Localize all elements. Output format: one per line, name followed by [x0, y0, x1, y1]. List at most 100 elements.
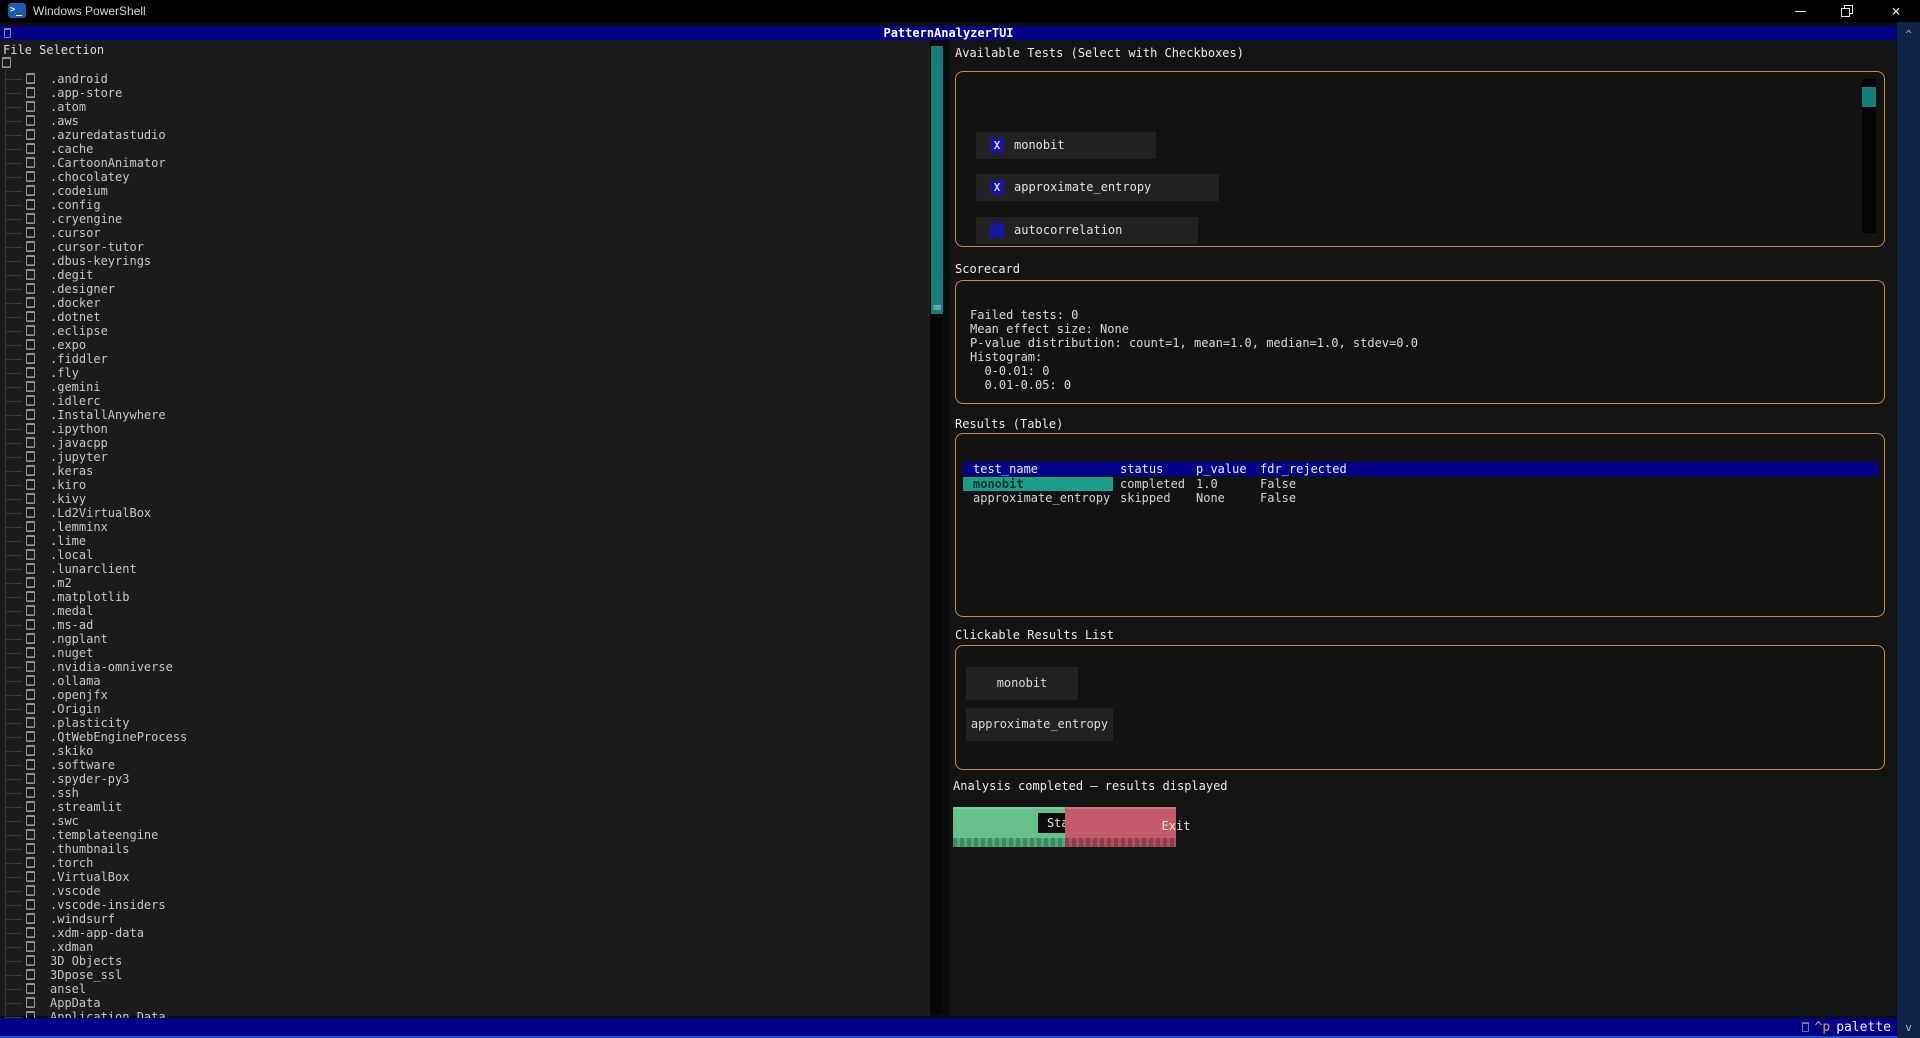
tree-item[interactable]: .cursor-tutor — [0, 240, 930, 254]
tree-item[interactable]: .degit — [0, 268, 930, 282]
result-list-item[interactable]: approximate_entropy — [966, 708, 1113, 741]
tests-list-scrollbar[interactable] — [1862, 79, 1876, 233]
tree-branch-line — [5, 569, 22, 570]
tree-item[interactable]: ansel — [0, 982, 930, 996]
tree-item[interactable]: .azuredatastudio — [0, 128, 930, 142]
minimize-button[interactable] — [1783, 0, 1817, 22]
table-cell: False — [1260, 491, 1296, 505]
table-column-header: p_value — [1196, 462, 1247, 476]
close-button[interactable]: × — [1879, 0, 1913, 22]
tree-item[interactable]: .spyder-py3 — [0, 772, 930, 786]
tree-item[interactable]: .m2 — [0, 576, 930, 590]
command-palette-hint[interactable]: ^ppalette — [1802, 1020, 1891, 1034]
result-list-item[interactable]: monobit — [966, 667, 1078, 700]
tree-item-label: .azuredatastudio — [50, 128, 166, 142]
table-row[interactable]: approximate_entropyskippedNoneFalse — [963, 491, 1878, 505]
tree-branch-line — [5, 219, 22, 220]
tree-item[interactable]: .skiko — [0, 744, 930, 758]
tree-item[interactable]: .dotnet — [0, 310, 930, 324]
table-cell: completed — [1120, 477, 1185, 491]
tree-item[interactable]: .app-store — [0, 86, 930, 100]
tree-item[interactable]: .xdman — [0, 940, 930, 954]
tree-item[interactable]: .thumbnails — [0, 842, 930, 856]
test-checkbox-item[interactable]: autocorrelation — [976, 217, 1198, 244]
tree-item[interactable]: .cursor — [0, 226, 930, 240]
tree-item[interactable]: .docker — [0, 296, 930, 310]
tree-item[interactable]: .aws — [0, 114, 930, 128]
exit-button[interactable]: Exit — [1065, 807, 1176, 847]
tree-item[interactable]: .swc — [0, 814, 930, 828]
tree-item[interactable]: .codeium — [0, 184, 930, 198]
file-tree-scrollbar[interactable] — [931, 46, 943, 1014]
tree-item[interactable]: .kivy — [0, 492, 930, 506]
tree-item[interactable]: .idlerc — [0, 394, 930, 408]
checkbox-icon[interactable]: X — [990, 180, 1004, 195]
tree-item[interactable]: .android — [0, 72, 930, 86]
checkbox-icon[interactable]: X — [990, 138, 1004, 153]
tree-item[interactable]: .openjfx — [0, 688, 930, 702]
tree-item[interactable]: .xdm-app-data — [0, 926, 930, 940]
window-scrollbar[interactable]: ^ v — [1897, 22, 1920, 1038]
tree-item[interactable]: .dbus-keyrings — [0, 254, 930, 268]
tree-item[interactable]: .config — [0, 198, 930, 212]
tree-item[interactable]: .expo — [0, 338, 930, 352]
tree-item[interactable]: .cache — [0, 142, 930, 156]
tree-item[interactable]: .lunarclient — [0, 562, 930, 576]
tree-item[interactable]: .javacpp — [0, 436, 930, 450]
tree-item[interactable]: .ollama — [0, 674, 930, 688]
tree-item[interactable]: AppData — [0, 996, 930, 1010]
tree-item[interactable]: .fly — [0, 366, 930, 380]
tree-item[interactable]: .ipython — [0, 422, 930, 436]
maximize-button[interactable] — [1830, 0, 1864, 22]
tree-item[interactable]: .InstallAnywhere — [0, 408, 930, 422]
tree-item[interactable]: .keras — [0, 464, 930, 478]
tree-item[interactable]: .atom — [0, 100, 930, 114]
tree-item[interactable]: .windsurf — [0, 912, 930, 926]
tree-item[interactable]: .streamlit — [0, 800, 930, 814]
tree-item[interactable]: .lemminx — [0, 520, 930, 534]
tree-item[interactable]: .designer — [0, 282, 930, 296]
tree-item[interactable]: .eclipse — [0, 324, 930, 338]
start-button[interactable]: Start — [953, 807, 1065, 847]
scroll-up-arrow-icon[interactable]: ^ — [1897, 28, 1920, 41]
table-row[interactable]: monobitcompleted1.0False — [963, 477, 1878, 491]
tree-item[interactable]: .QtWebEngineProcess — [0, 730, 930, 744]
tree-item[interactable]: .kiro — [0, 478, 930, 492]
table-cell: None — [1196, 491, 1225, 505]
tree-item[interactable]: .vscode — [0, 884, 930, 898]
tree-item[interactable]: .ngplant — [0, 632, 930, 646]
tests-list-scrollbar-thumb[interactable] — [1862, 87, 1876, 107]
tree-root-folder-icon[interactable] — [2, 57, 11, 68]
tree-item[interactable]: .medal — [0, 604, 930, 618]
tree-item[interactable]: .gemini — [0, 380, 930, 394]
tree-item[interactable]: .VirtualBox — [0, 870, 930, 884]
tree-item[interactable]: .plasticity — [0, 716, 930, 730]
tree-item[interactable]: .chocolatey — [0, 170, 930, 184]
file-tree-scrollbar-thumb[interactable] — [931, 46, 943, 314]
tree-item[interactable]: .nuget — [0, 646, 930, 660]
tree-item[interactable]: 3Dpose_ssl — [0, 968, 930, 982]
tree-item[interactable]: .local — [0, 548, 930, 562]
tree-item-label: .swc — [50, 814, 79, 828]
tree-item[interactable]: .vscode-insiders — [0, 898, 930, 912]
folder-icon — [26, 857, 35, 868]
tree-item[interactable]: .CartoonAnimator — [0, 156, 930, 170]
tree-item[interactable]: .Ld2VirtualBox — [0, 506, 930, 520]
tree-item[interactable]: .fiddler — [0, 352, 930, 366]
tree-item[interactable]: .ssh — [0, 786, 930, 800]
scroll-down-arrow-icon[interactable]: v — [1897, 1021, 1920, 1034]
checkbox-icon[interactable] — [990, 223, 1004, 238]
tree-item[interactable]: .Origin — [0, 702, 930, 716]
tree-item[interactable]: .templateengine — [0, 828, 930, 842]
test-checkbox-item[interactable]: Xapproximate_entropy — [976, 174, 1219, 201]
tree-item[interactable]: .torch — [0, 856, 930, 870]
tree-item[interactable]: 3D Objects — [0, 954, 930, 968]
test-checkbox-item[interactable]: Xmonobit — [976, 132, 1156, 159]
tree-item[interactable]: .lime — [0, 534, 930, 548]
tree-item[interactable]: .ms-ad — [0, 618, 930, 632]
tree-item[interactable]: .matplotlib — [0, 590, 930, 604]
tree-item[interactable]: .cryengine — [0, 212, 930, 226]
tree-item[interactable]: .software — [0, 758, 930, 772]
tree-item[interactable]: .nvidia-omniverse — [0, 660, 930, 674]
tree-item[interactable]: .jupyter — [0, 450, 930, 464]
